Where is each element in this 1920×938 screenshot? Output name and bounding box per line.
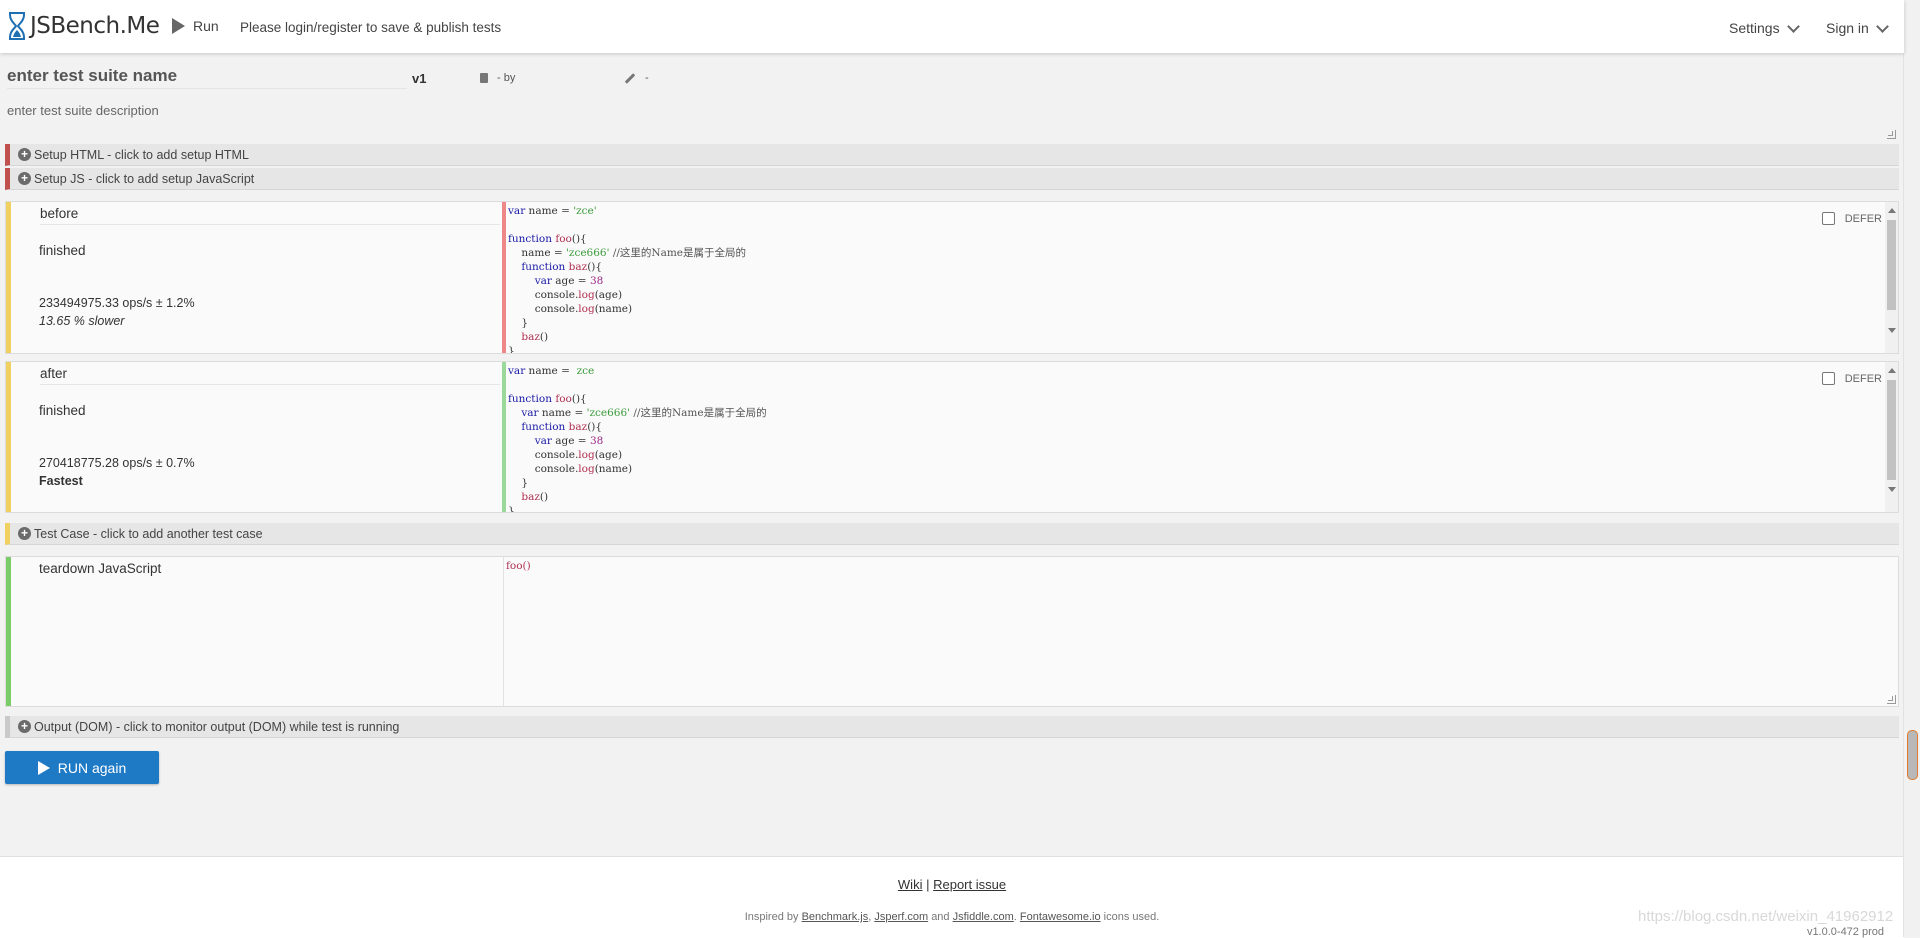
test-case-ops: 270418775.28 ops/s ± 0.7% xyxy=(39,456,195,470)
footer: Wiki | Report issue Inspired by Benchmar… xyxy=(0,856,1904,938)
suite-name-input[interactable]: enter test suite name xyxy=(7,66,407,89)
top-navbar: JSBench.Me Run Please login/register to … xyxy=(0,0,1904,53)
scroll-up-icon[interactable] xyxy=(1888,208,1896,213)
benchmark-link[interactable]: Benchmark.js xyxy=(802,911,869,923)
scroll-thumb[interactable] xyxy=(1887,380,1896,480)
teardown-panel: teardown JavaScript foo() xyxy=(5,556,1899,707)
code-editor[interactable]: var name = zce function foo(){ var name … xyxy=(502,362,1898,512)
page-scrollbar[interactable] xyxy=(1903,0,1920,937)
test-case-before: before finished 233494975.33 ops/s ± 1.2… xyxy=(5,201,1899,354)
footer-separator: | xyxy=(926,877,930,892)
fontawesome-link[interactable]: Fontawesome.io xyxy=(1020,911,1101,923)
code-scrollbar[interactable] xyxy=(1885,362,1898,512)
test-case-ops: 233494975.33 ops/s ± 1.2% xyxy=(39,296,195,310)
defer-option[interactable]: DEFER xyxy=(1821,372,1882,385)
suite-version: v1 xyxy=(412,71,427,86)
defer-checkbox[interactable] xyxy=(1821,212,1835,225)
play-icon xyxy=(172,18,185,34)
scroll-down-icon[interactable] xyxy=(1888,487,1896,492)
plus-circle-icon: + xyxy=(18,527,31,540)
run-again-button[interactable]: RUN again xyxy=(5,751,159,784)
page-scroll-thumb[interactable] xyxy=(1907,730,1918,780)
login-message: Please login/register to save & publish … xyxy=(240,20,502,35)
code-scrollbar[interactable] xyxy=(1885,202,1898,353)
scroll-down-icon[interactable] xyxy=(1888,328,1896,333)
play-icon xyxy=(37,760,50,775)
output-dom-label: Output (DOM) - click to monitor output (… xyxy=(34,719,400,734)
test-case-info: before finished 233494975.33 ops/s ± 1.2… xyxy=(6,202,502,353)
setup-html-section[interactable]: + Setup HTML - click to add setup HTML xyxy=(5,144,1899,166)
setup-html-label: Setup HTML - click to add setup HTML xyxy=(34,147,249,162)
run-again-label: RUN again xyxy=(57,759,127,776)
chevron-down-icon xyxy=(1875,19,1889,33)
plus-circle-icon: + xyxy=(18,172,31,185)
suite-description-input[interactable]: enter test suite description xyxy=(7,103,159,118)
signin-menu[interactable]: Sign in xyxy=(1826,19,1889,36)
add-test-case-label: Test Case - click to add another test ca… xyxy=(34,526,263,541)
code-editor[interactable]: var name = 'zce' function foo(){ name = … xyxy=(502,202,1898,353)
code-content: var name = zce function foo(){ var name … xyxy=(508,365,767,512)
suite-edit[interactable]: - xyxy=(624,72,649,84)
edit-label: - xyxy=(645,72,649,84)
logo-text: JSBench.Me xyxy=(30,13,160,39)
chevron-down-icon xyxy=(1786,19,1800,33)
test-case-comparison: 13.65 % slower xyxy=(39,314,125,328)
test-case-comparison: Fastest xyxy=(39,474,83,488)
credits-and: and xyxy=(931,911,950,923)
test-case-status: finished xyxy=(39,403,86,418)
suite-author: - by xyxy=(480,72,515,84)
test-case-after: after finished 270418775.28 ops/s ± 0.7%… xyxy=(5,361,1899,513)
settings-menu[interactable]: Settings xyxy=(1729,19,1800,36)
credits-prefix: Inspired by xyxy=(744,911,799,923)
defer-label: DEFER xyxy=(1844,212,1882,225)
defer-checkbox[interactable] xyxy=(1821,372,1835,385)
plus-circle-icon: + xyxy=(18,720,31,733)
jsfiddle-link[interactable]: Jsfiddle.com xyxy=(953,911,1014,923)
defer-option[interactable]: DEFER xyxy=(1821,212,1882,225)
test-case-status: finished xyxy=(39,243,86,258)
by-label: - by xyxy=(497,72,516,84)
logo[interactable]: JSBench.Me xyxy=(7,11,160,41)
footer-links: Wiki | Report issue xyxy=(0,877,1904,892)
teardown-resize-handle[interactable] xyxy=(1887,695,1896,704)
settings-label: Settings xyxy=(1729,20,1780,36)
signin-label: Sign in xyxy=(1826,20,1869,36)
document-icon xyxy=(480,73,488,83)
credits-suffix: icons used. xyxy=(1103,911,1160,923)
watermark: https://blog.csdn.net/weixin_41962912 xyxy=(1638,908,1894,925)
teardown-info: teardown JavaScript xyxy=(6,557,504,706)
scroll-up-icon[interactable] xyxy=(1888,368,1896,373)
jsperf-link[interactable]: Jsperf.com xyxy=(874,911,928,923)
add-test-case-section[interactable]: + Test Case - click to add another test … xyxy=(5,523,1899,545)
defer-label: DEFER xyxy=(1844,372,1882,385)
run-label: Run xyxy=(193,18,219,34)
setup-js-label: Setup JS - click to add setup JavaScript xyxy=(34,171,255,186)
hourglass-logo-icon xyxy=(9,12,25,40)
teardown-code-editor[interactable]: foo() xyxy=(504,557,1898,706)
scroll-thumb[interactable] xyxy=(1887,220,1896,310)
report-issue-link[interactable]: Report issue xyxy=(933,877,1006,892)
description-resize-handle[interactable] xyxy=(1887,130,1896,139)
wiki-link[interactable]: Wiki xyxy=(898,877,923,892)
setup-js-section[interactable]: + Setup JS - click to add setup JavaScri… xyxy=(5,168,1899,190)
code-content: var name = 'zce' function foo(){ name = … xyxy=(508,205,747,353)
test-case-info: after finished 270418775.28 ops/s ± 0.7%… xyxy=(6,362,502,512)
plus-circle-icon: + xyxy=(18,148,31,161)
pencil-icon xyxy=(624,72,636,84)
output-dom-section[interactable]: + Output (DOM) - click to monitor output… xyxy=(5,716,1899,738)
run-button[interactable]: Run xyxy=(172,18,219,34)
test-case-title-input[interactable]: before xyxy=(40,206,500,225)
teardown-code-content: foo() xyxy=(506,560,531,572)
footer-credits: Inspired by Benchmark.js, Jsperf.com and… xyxy=(744,911,1160,923)
app-version: v1.0.0-472 prod xyxy=(1806,926,1884,938)
teardown-title: teardown JavaScript xyxy=(39,561,162,576)
test-case-title-input[interactable]: after xyxy=(40,366,500,385)
